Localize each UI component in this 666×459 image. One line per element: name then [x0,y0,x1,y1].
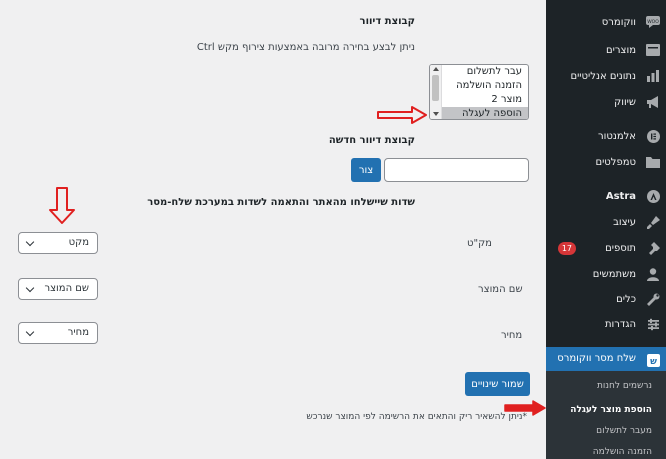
menu-label: כלים [616,293,636,305]
shipping-group-multiselect[interactable]: עבר לתשלום הזמנה הושלמה מוצר 2 הוספה לעג… [429,64,529,120]
new-group-input[interactable] [384,158,529,182]
menu-label: תוספים [605,242,636,254]
save-changes-button[interactable]: שמור שינויים [465,372,530,396]
menu-label: מוצרים [606,44,636,56]
mapping-label-price: מחיר [501,330,523,341]
submenu-add-to-cart[interactable]: הוספת מוצר לעגלה [570,405,652,415]
menu-label: שלח מסר ווקומרס [557,353,636,364]
select-value: שם המוצר [44,283,89,294]
group-option[interactable]: הזמנה הושלמה [430,79,528,93]
menu-item-settings[interactable]: הגדרות [546,312,666,336]
field-mapping-heading: שדות שיישלחו מהאתר והתאמה לשדות במערכת ש… [147,197,415,208]
menu-label: משתמשים [592,268,636,280]
annotation-arrow-menu-icon [504,400,546,416]
astra-icon [646,189,660,203]
plugin-logo-icon: ש [646,352,660,367]
menu-label: שיווק [614,96,636,108]
menu-label: אלמנטור [597,130,636,142]
mapping-label-product-name: שם המוצר [478,284,523,295]
submenu-checkout[interactable]: מעבר לתשלום [596,426,652,436]
megaphone-icon [646,95,660,109]
shipping-group-heading: קבוצת דיוור [359,16,415,27]
svg-text:ש: ש [650,357,657,367]
mapping-label-sku: מק"ט [467,238,492,249]
chevron-down-icon [25,237,35,247]
submenu-subscribers[interactable]: נרשמים לחנות [597,381,652,391]
menu-item-elementor[interactable]: אלמנטור [546,124,666,148]
scroll-thumb[interactable] [432,75,439,101]
product-name-field-select[interactable]: שם המוצר [18,278,98,300]
menu-label: טמפלטים [595,156,636,168]
footnote: *ניתן להשאיר ריק והתאים את הרשימה לפי המ… [306,412,527,422]
menu-item-plugins[interactable]: תוספים 17 [546,236,666,260]
admin-sidebar: WOO ווקומרס מוצרים נתונים אנליטיים שיווק… [546,0,666,459]
group-option[interactable]: עבר לתשלום [430,65,528,79]
annotation-arrow-down-icon [49,187,75,224]
price-field-select[interactable]: מחיר [18,322,98,344]
chevron-down-icon [25,283,35,293]
menu-item-shlach-meser-woocommerce[interactable]: ש שלח מסר ווקומרס [546,347,666,371]
settings-icon [646,317,660,331]
menu-label: עיצוב [613,216,636,228]
menu-label: נתונים אנליטיים [570,70,636,82]
products-icon [646,43,660,57]
multiselect-scrollbar[interactable] [430,65,442,119]
wrench-icon [646,292,660,306]
plugin-icon [646,241,660,255]
new-group-heading: קבוצת דיוור חדשה [328,135,415,146]
select-value: מחיר [67,327,89,338]
elementor-icon [646,129,660,143]
menu-item-marketing[interactable]: שיווק [546,90,666,114]
brush-icon [646,215,660,229]
scroll-down-icon[interactable] [433,112,439,116]
create-group-button[interactable]: צור [351,158,381,182]
menu-item-appearance[interactable]: עיצוב [546,210,666,234]
menu-item-products[interactable]: מוצרים [546,38,666,62]
menu-item-woocommerce[interactable]: WOO ווקומרס [546,10,666,34]
scroll-up-icon[interactable] [433,67,439,71]
menu-item-astra[interactable]: Astra [546,184,666,208]
menu-label: הגדרות [604,318,636,330]
svg-text:WOO: WOO [647,19,659,25]
woo-icon: WOO [646,15,660,29]
menu-item-templates[interactable]: טמפלטים [546,150,666,174]
annotation-arrow-right-icon [377,106,427,124]
group-option[interactable]: מוצר 2 [430,93,528,107]
settings-page: קבוצת דיוור ניתן לבצע בחירה מרובה באמצעו… [0,0,546,459]
chevron-down-icon [25,327,35,337]
submenu-order-completed[interactable]: הזמנה הושלמה [593,447,652,457]
menu-item-users[interactable]: משתמשים [546,262,666,286]
menu-item-tools[interactable]: כלים [546,287,666,311]
select-value: מקט [68,237,89,248]
group-option-selected[interactable]: הוספה לעגלה [430,107,528,119]
user-icon [646,267,660,281]
analytics-icon [646,69,660,83]
menu-label: ווקומרס [601,16,636,28]
plugin-submenu: נרשמים לחנות הוספת מוצר לעגלה מעבר לתשלו… [546,371,666,459]
sku-field-select[interactable]: מקט [18,232,98,254]
folder-icon [646,155,660,169]
multi-select-hint: ניתן לבצע בחירה מרובה באמצעות צירוף מקש … [196,42,415,53]
menu-item-analytics[interactable]: נתונים אנליטיים [546,64,666,88]
menu-label: Astra [605,190,636,202]
plugins-update-badge: 17 [557,241,576,255]
